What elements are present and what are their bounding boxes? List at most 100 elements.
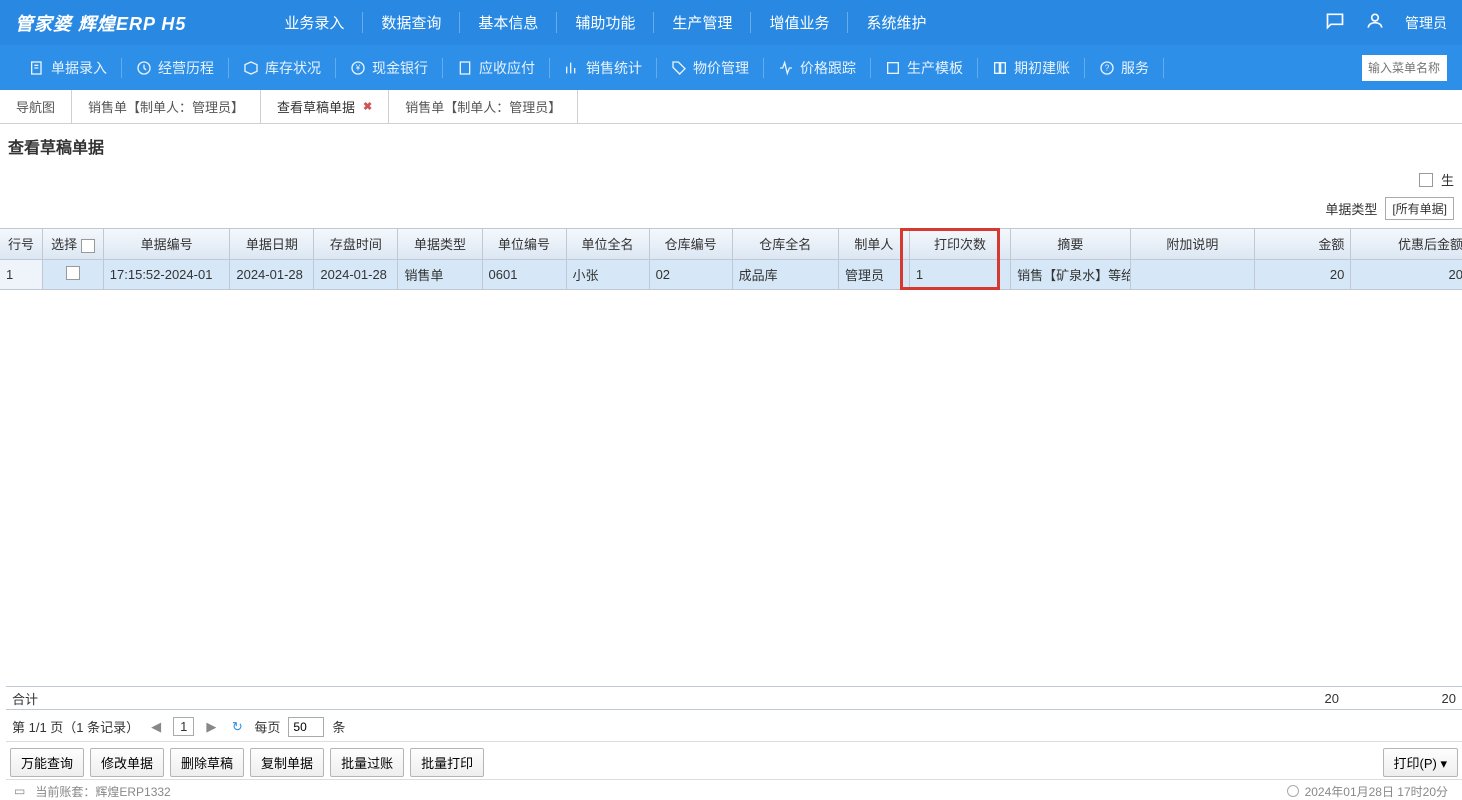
filter-checkbox[interactable]: [1419, 173, 1433, 187]
col-whname[interactable]: 仓库全名: [732, 229, 838, 259]
tag-icon: [671, 60, 687, 76]
btn-batch-post[interactable]: 批量过账: [330, 748, 404, 777]
account-label: 当前账套：: [35, 785, 95, 799]
btn-universal-query[interactable]: 万能查询: [10, 748, 84, 777]
btn-modify-doc[interactable]: 修改单据: [90, 748, 164, 777]
nav-production[interactable]: 生产管理: [654, 12, 751, 33]
col-amount[interactable]: 金额: [1255, 229, 1351, 259]
user-label[interactable]: 管理员: [1405, 13, 1447, 33]
close-icon[interactable]: ✖: [363, 100, 372, 113]
col-unitname[interactable]: 单位全名: [566, 229, 649, 259]
action-bar: 万能查询 修改单据 删除草稿 复制单据 批量过账 批量打印 打印(P) ▾: [6, 746, 1462, 780]
status-datetime: 2024年01月28日 17时20分: [1305, 783, 1448, 800]
col-print[interactable]: 打印次数: [909, 229, 1010, 259]
tb-receivable[interactable]: 应收应付: [443, 58, 550, 78]
nav-business-entry[interactable]: 业务录入: [266, 12, 363, 33]
app-logo: 管家婆 辉煌ERP H5: [15, 10, 186, 36]
cell-note: [1130, 259, 1255, 289]
col-whno[interactable]: 仓库编号: [649, 229, 732, 259]
page-title: 查看草稿单据: [0, 124, 1462, 166]
col-savedate[interactable]: 存盘时间: [314, 229, 398, 259]
pager-info: 第 1/1 页（1 条记录）: [12, 717, 139, 736]
pager-next[interactable]: ▶: [202, 718, 220, 736]
pager-refresh-icon[interactable]: ↻: [228, 718, 246, 736]
row-checkbox[interactable]: [66, 266, 80, 280]
btn-copy-doc[interactable]: 复制单据: [250, 748, 324, 777]
type-filter-label: 单据类型: [1325, 199, 1377, 218]
perpage-input[interactable]: [288, 717, 324, 737]
history-icon: [136, 60, 152, 76]
tab-sales-2[interactable]: 销售单【制单人：管理员】: [389, 90, 578, 123]
box-icon: [243, 60, 259, 76]
type-filter-dropdown[interactable]: [所有单据]: [1385, 197, 1454, 220]
col-after[interactable]: 优惠后金额: [1351, 229, 1462, 259]
nav-aux[interactable]: 辅助功能: [557, 12, 654, 33]
col-date[interactable]: 单据日期: [230, 229, 314, 259]
filter-label: 生: [1441, 170, 1454, 189]
book-small-icon: ▭: [14, 784, 25, 798]
perpage-label: 每页: [254, 717, 280, 736]
user-icon[interactable]: [1365, 11, 1385, 34]
pager-current[interactable]: 1: [173, 717, 194, 736]
message-icon[interactable]: [1325, 11, 1345, 34]
chart-icon: [564, 60, 580, 76]
pager-prev[interactable]: ◀: [147, 718, 165, 736]
nav-data-query[interactable]: 数据查询: [363, 12, 460, 33]
col-select[interactable]: 选择: [43, 229, 104, 259]
nav-sysmaint[interactable]: 系统维护: [848, 12, 944, 33]
tab-sales-1[interactable]: 销售单【制单人：管理员】: [72, 90, 261, 123]
draft-table: 行号 选择 单据编号 单据日期 存盘时间 单据类型 单位编号 单位全名 仓库编号…: [0, 228, 1462, 290]
cell-summary: 销售【矿泉水】等给: [1011, 259, 1131, 289]
tb-service[interactable]: ?服务: [1085, 58, 1164, 78]
tab-draft-view[interactable]: 查看草稿单据✖: [261, 90, 389, 123]
select-all-checkbox[interactable]: [81, 239, 95, 253]
tb-stock[interactable]: 库存状况: [229, 58, 336, 78]
cell-unitname: 小张: [566, 259, 649, 289]
tb-history[interactable]: 经营历程: [122, 58, 229, 78]
menu-search: [1362, 55, 1447, 81]
tb-cash[interactable]: ¥现金银行: [336, 58, 443, 78]
cell-print: 1: [909, 259, 1010, 289]
tb-opening[interactable]: 期初建账: [978, 58, 1085, 78]
tab-nav-map[interactable]: 导航图: [0, 90, 72, 123]
table-row[interactable]: 1 17:15:52-2024-01 2024-01-28 2024-01-28…: [0, 259, 1462, 289]
col-summary[interactable]: 摘要: [1011, 229, 1131, 259]
cell-type: 销售单: [398, 259, 482, 289]
btn-print[interactable]: 打印(P) ▾: [1383, 748, 1459, 777]
book-icon: [992, 60, 1008, 76]
money-icon: ¥: [350, 60, 366, 76]
col-note[interactable]: 附加说明: [1130, 229, 1255, 259]
svg-text:?: ?: [1105, 63, 1110, 72]
cell-docno: 17:15:52-2024-01: [103, 259, 230, 289]
nav-basic-info[interactable]: 基本信息: [460, 12, 557, 33]
tb-prod-template[interactable]: 生产模板: [871, 58, 978, 78]
btn-batch-print[interactable]: 批量打印: [410, 748, 484, 777]
track-icon: [778, 60, 794, 76]
tb-price-track[interactable]: 价格跟踪: [764, 58, 871, 78]
tb-sales-stat[interactable]: 销售统计: [550, 58, 657, 78]
col-type[interactable]: 单据类型: [398, 229, 482, 259]
cell-after: 20: [1351, 259, 1462, 289]
cell-select[interactable]: [43, 259, 104, 289]
clock-icon: [1287, 785, 1299, 797]
col-docno[interactable]: 单据编号: [103, 229, 230, 259]
nav-valueadd[interactable]: 增值业务: [751, 12, 848, 33]
sum-label: 合计: [6, 689, 48, 708]
col-rownum[interactable]: 行号: [0, 229, 43, 259]
tb-price[interactable]: 物价管理: [657, 58, 764, 78]
help-icon: ?: [1099, 60, 1115, 76]
pager: 第 1/1 页（1 条记录） ◀ 1 ▶ ↻ 每页 条: [6, 712, 1462, 742]
tabs-bar: 导航图 销售单【制单人：管理员】 查看草稿单据✖ 销售单【制单人：管理员】: [0, 90, 1462, 124]
col-maker[interactable]: 制单人: [838, 229, 909, 259]
tb-doc-entry[interactable]: 单据录入: [15, 58, 122, 78]
col-unitno[interactable]: 单位编号: [482, 229, 566, 259]
menu-search-input[interactable]: [1362, 55, 1447, 81]
sum-after: 20: [1345, 691, 1462, 706]
header-right: 管理员: [1325, 11, 1447, 34]
table-header-row: 行号 选择 单据编号 单据日期 存盘时间 单据类型 单位编号 单位全名 仓库编号…: [0, 229, 1462, 259]
account-name: 辉煌ERP1332: [95, 785, 170, 799]
btn-delete-draft[interactable]: 删除草稿: [170, 748, 244, 777]
perpage-unit: 条: [332, 717, 345, 736]
sum-row: 合计 20 20: [6, 686, 1462, 710]
cell-whno: 02: [649, 259, 732, 289]
